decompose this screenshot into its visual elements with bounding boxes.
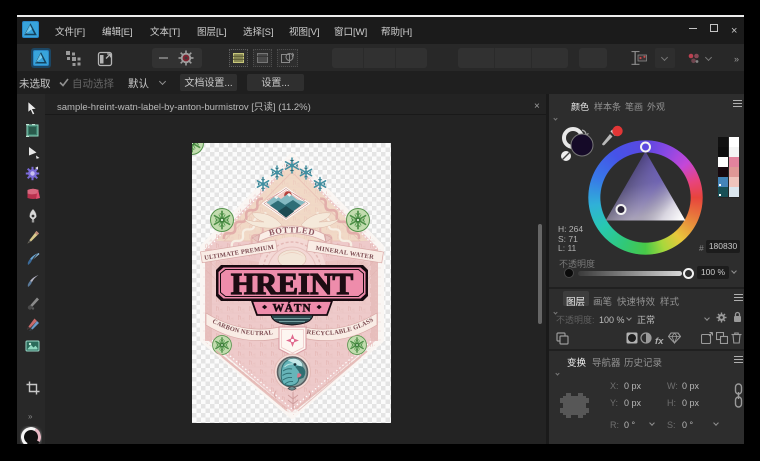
svg-text:HREINT: HREINT — [231, 266, 354, 301]
svg-text:WÁTN: WÁTN — [273, 301, 312, 315]
